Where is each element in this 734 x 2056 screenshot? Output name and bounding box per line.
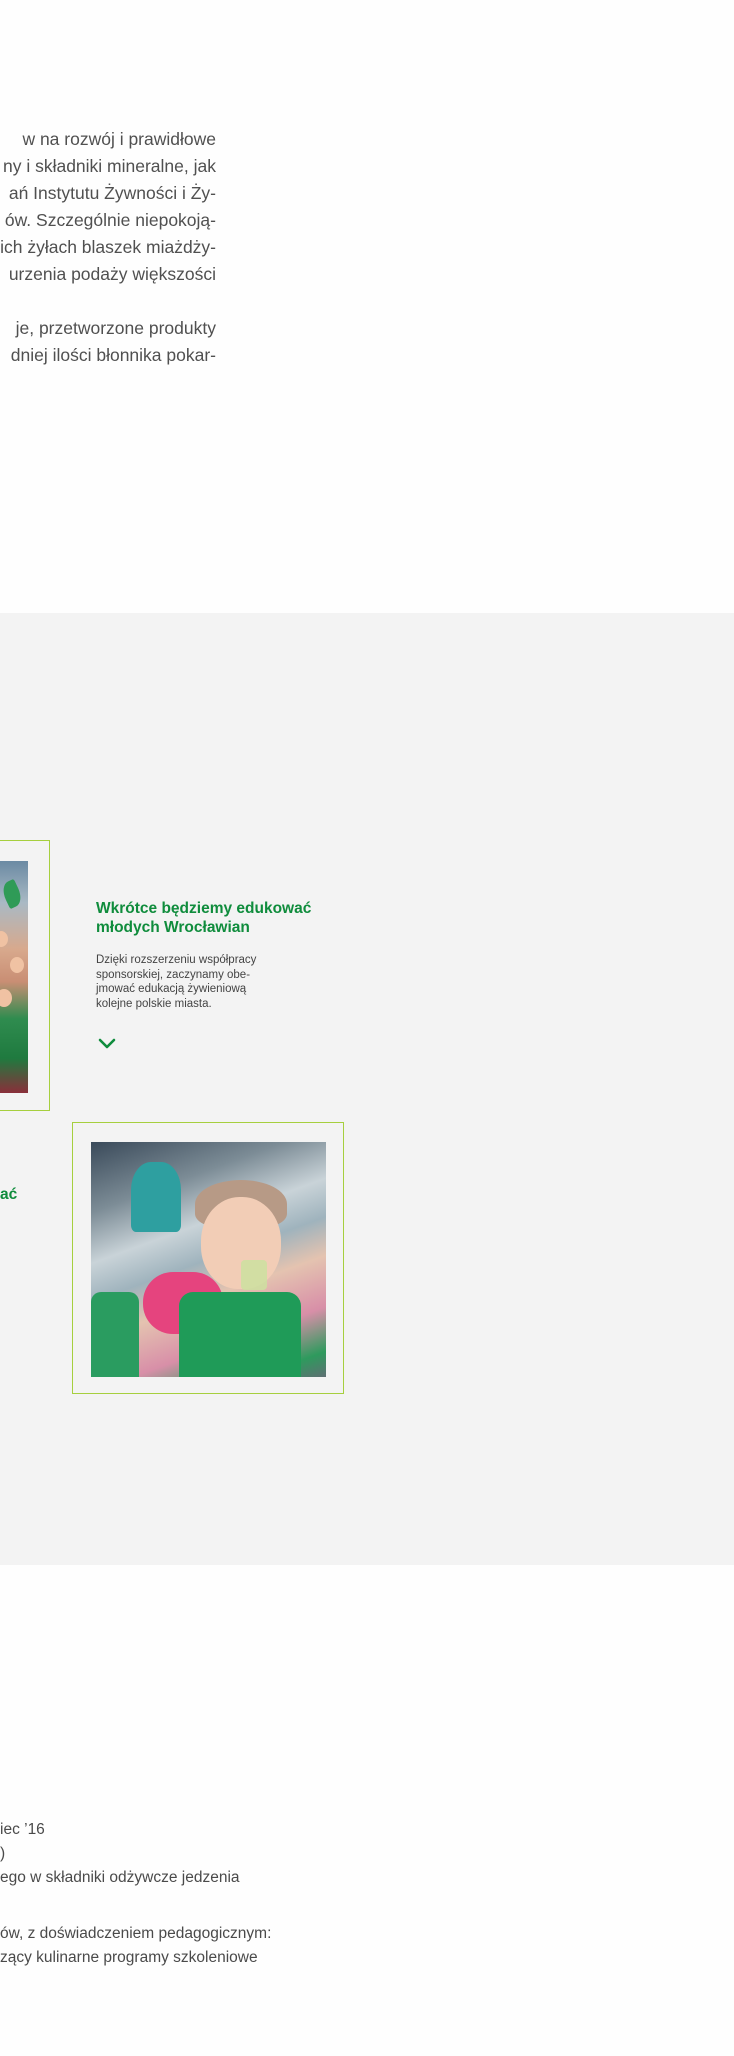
intro-line: je, przetworzone produkty [15,318,216,338]
background-child [131,1162,181,1232]
education-desc-line: kolejne polskie miasta. [96,997,212,1010]
intro-text: w na rozwój i prawidłowe ny i składniki … [0,126,216,369]
intro-line: ów. Szczególnie niepokoją- [4,210,216,230]
education-title: Wkrótce będziemy edukować młodych Wrocła… [96,899,336,937]
apron-left [91,1292,139,1377]
education-desc-line: sponsorskiej, zaczynamy obe- [96,968,251,981]
intro-line: ny i składniki mineralne, jak [2,156,216,176]
chevron-down-icon[interactable] [98,1038,116,1050]
intro-line: w na rozwój i prawidłowe [22,129,216,149]
detail-line: ) [0,1845,6,1862]
detail-line: iec ’16 [0,1821,45,1838]
children-photo-left[interactable] [0,861,28,1093]
green-apron [179,1292,301,1377]
child-face [0,989,12,1007]
detail-line: zący kulinarne programy szkoleniowe [0,1949,258,1966]
intro-line: dniej ilości błonnika pokar- [10,345,216,365]
project-details: iec ’16 ) ego w składniki odżywcze jedze… [0,1818,271,1970]
intro-line: ań Instytutu Żywności i Ży- [8,183,216,203]
child-face [10,957,24,973]
detail-line: ów, z doświadczeniem pedagogicznym: [0,1925,272,1942]
education-desc-line: jmować edukacją żywieniową [96,983,247,995]
education-title-line: młodych Wrocławian [96,919,250,936]
glass-cup [241,1260,267,1290]
leaf-decoration [0,878,25,910]
child-face [0,931,8,947]
education-desc-line: Dzięki rozszerzeniu współpracy [96,954,257,966]
education-title-line: Wkrótce będziemy edukować [96,900,312,917]
child-drinking-photo[interactable] [91,1142,326,1377]
intro-line: ich żyłach blaszek miażdży- [0,237,216,257]
education-description: Dzięki rozszerzeniu współpracy sponsorsk… [96,953,276,1011]
detail-line: ego w składniki odżywcze jedzenia [0,1869,240,1886]
education-section [0,613,734,1565]
cut-heading: ać [0,1186,18,1203]
intro-line: urzenia podaży większości [8,264,216,284]
